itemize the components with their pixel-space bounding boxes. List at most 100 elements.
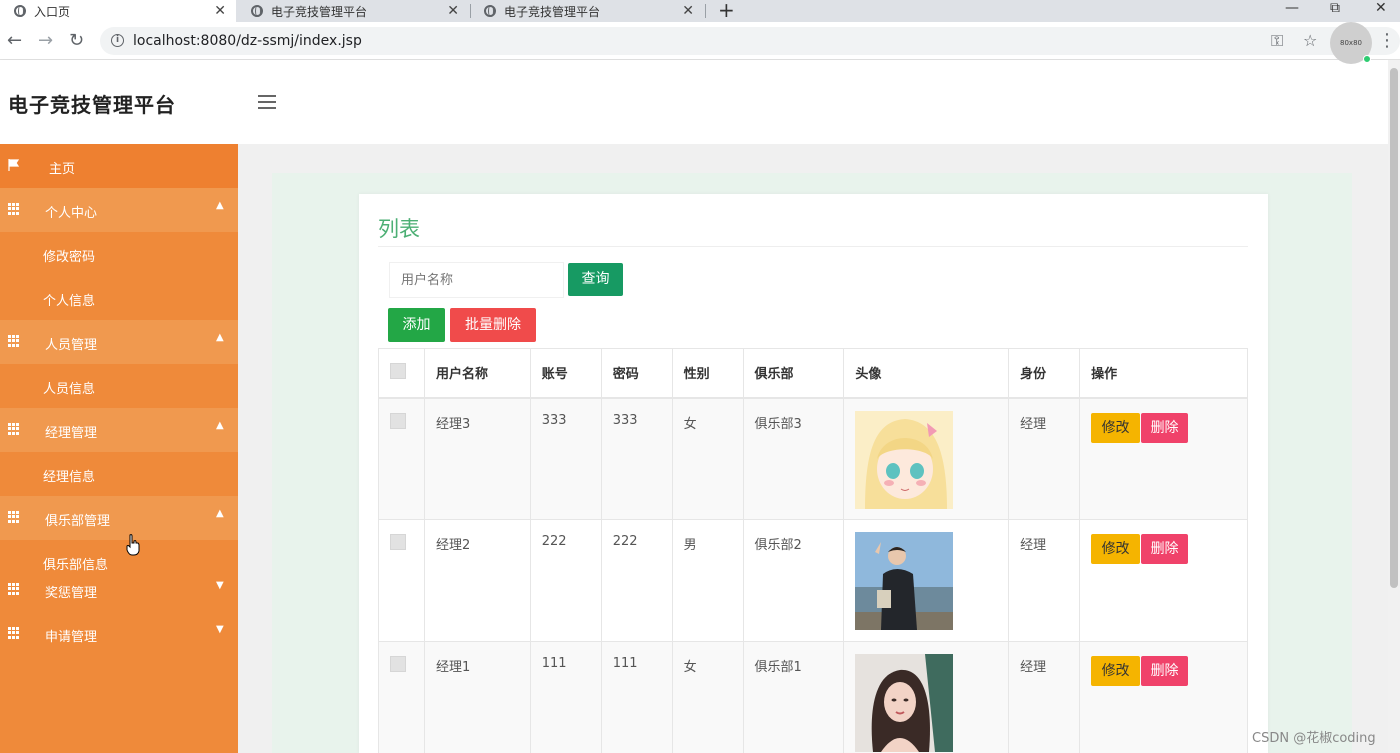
minimize-icon[interactable]: — (1285, 0, 1299, 16)
grid-icon (8, 583, 20, 595)
tab-esports-platform-1[interactable]: 电子竞技管理平台 ✕ (237, 0, 469, 22)
select-all-cell (378, 348, 425, 399)
sidebar-subitem-manager-info[interactable]: 经理信息 (0, 452, 238, 496)
search-input[interactable] (389, 262, 564, 298)
sidebar-subitem-personal-info[interactable]: 个人信息 (0, 276, 238, 320)
key-icon[interactable]: ⚿ (1271, 31, 1283, 51)
tab-title: 入口页 (34, 4, 71, 19)
sidebar-subitem-label: 人员信息 (43, 382, 96, 397)
column-header-avatar: 头像 (843, 348, 1010, 399)
table-row: 经理1 111 111 女 俱乐部1 经理 修改 删除 (378, 641, 1248, 753)
info-icon[interactable]: i (111, 34, 124, 47)
column-header-username: 用户名称 (423, 348, 531, 399)
avatar-image (855, 654, 954, 752)
add-button[interactable]: 添加 (388, 308, 445, 342)
hamburger-menu-icon[interactable] (258, 95, 276, 109)
sidebar-subitem-label: 经理信息 (43, 470, 96, 485)
cell-actions: 修改 删除 (1079, 397, 1248, 520)
close-window-icon[interactable]: ✕ (1375, 0, 1387, 16)
list-card: 列表 查询 添加 批量删除 用户名称 账号 密码 性别 俱乐部 头像 身份 操作 (359, 194, 1268, 753)
sidebar-group-application[interactable]: 申请管理 ▼ (0, 612, 238, 656)
query-button[interactable]: 查询 (568, 263, 623, 296)
tab-close-icon[interactable]: ✕ (682, 3, 694, 19)
select-all-checkbox[interactable] (390, 362, 406, 379)
grid-icon (8, 423, 20, 435)
caret-up-icon: ▲ (216, 200, 224, 211)
caret-up-icon: ▲ (216, 332, 224, 343)
sidebar-item-label: 个人中心 (45, 206, 98, 221)
sidebar-item-home[interactable]: 主页 (0, 144, 238, 188)
sidebar-subitem-change-password[interactable]: 修改密码 (0, 232, 238, 276)
sidebar-group-manager-management[interactable]: 经理管理 ▲ (0, 408, 238, 452)
batch-delete-button[interactable]: 批量删除 (450, 308, 536, 342)
sidebar-subitem-label: 个人信息 (43, 294, 96, 309)
forward-arrow-icon[interactable]: → (38, 30, 53, 51)
sidebar-subitem-club-info[interactable]: 俱乐部信息 (0, 540, 238, 573)
data-table: 用户名称 账号 密码 性别 俱乐部 头像 身份 操作 经理3 333 333 女… (378, 348, 1248, 753)
flag-icon (8, 159, 20, 171)
sidebar-group-staff-management[interactable]: 人员管理 ▲ (0, 320, 238, 364)
column-header-role: 身份 (1008, 348, 1081, 399)
reload-icon[interactable]: ↻ (69, 30, 84, 51)
grid-icon (8, 203, 20, 215)
edit-button[interactable]: 修改 (1091, 412, 1141, 443)
tab-close-icon[interactable]: ✕ (447, 3, 459, 19)
page-scrollbar[interactable] (1388, 60, 1400, 753)
page-title: 列表 (378, 217, 420, 241)
grid-icon (8, 335, 20, 347)
cell-role: 经理 (1008, 397, 1081, 520)
scrollbar-thumb[interactable] (1390, 68, 1398, 588)
column-header-account: 账号 (529, 348, 602, 399)
tab-entry-page[interactable]: 入口页 ✕ (0, 0, 236, 22)
cell-password: 333 (600, 397, 673, 520)
row-checkbox[interactable] (390, 412, 406, 429)
sidebar-group-reward-punishment[interactable]: 奖惩管理 ▼ (0, 568, 238, 612)
delete-button[interactable]: 删除 (1141, 412, 1189, 443)
tab-title: 电子竞技管理平台 (271, 4, 368, 19)
avatar-image (855, 532, 954, 630)
row-checkbox[interactable] (390, 656, 406, 672)
avatar-image (855, 410, 954, 509)
table-row: 经理2 222 222 男 俱乐部2 经理 修改 删除 (378, 519, 1248, 642)
sidebar-group-personal-center[interactable]: 个人中心 ▲ (0, 188, 238, 232)
cell-club: 俱乐部3 (742, 397, 845, 520)
column-header-gender: 性别 (671, 348, 744, 399)
cell-actions: 修改 删除 (1079, 519, 1248, 642)
delete-button[interactable]: 删除 (1141, 656, 1189, 686)
sidebar-group-club-management[interactable]: 俱乐部管理 ▲ (0, 496, 238, 540)
sidebar-item-label: 俱乐部管理 (45, 514, 111, 529)
cell-actions: 修改 删除 (1079, 641, 1248, 753)
url-text[interactable]: localhost:8080/dz-ssmj/index.jsp (133, 33, 362, 49)
cell-username: 经理2 (423, 519, 531, 642)
tab-close-icon[interactable]: ✕ (214, 3, 226, 19)
cell-account: 111 (529, 641, 602, 753)
back-arrow-icon[interactable]: ← (7, 30, 22, 51)
caret-up-icon: ▲ (216, 508, 224, 519)
cell-username: 经理1 (423, 641, 531, 753)
sidebar-subitem-staff-info[interactable]: 人员信息 (0, 364, 238, 408)
cell-club: 俱乐部2 (742, 519, 845, 642)
address-bar-row: ← → ↻ i localhost:8080/dz-ssmj/index.jsp… (0, 22, 1400, 60)
edit-button[interactable]: 修改 (1091, 656, 1141, 686)
browser-menu-icon[interactable]: ⋮ (1378, 30, 1396, 51)
browser-tab-bar: 入口页 ✕ 电子竞技管理平台 ✕ 电子竞技管理平台 ✕ + — ⧉ ✕ (0, 0, 1400, 22)
restore-icon[interactable]: ⧉ (1330, 0, 1340, 16)
grid-icon (8, 627, 20, 639)
watermark: CSDN @花椒coding (1252, 731, 1376, 746)
bookmark-star-icon[interactable]: ☆ (1303, 31, 1317, 50)
row-select-cell (378, 519, 425, 642)
omnibox[interactable]: i localhost:8080/dz-ssmj/index.jsp ⚿ ☆ (100, 27, 1400, 55)
cell-account: 333 (529, 397, 602, 520)
sidebar-item-label: 申请管理 (45, 630, 98, 645)
cell-avatar (843, 519, 1010, 642)
row-select-cell (378, 641, 425, 753)
sidebar-item-label: 主页 (49, 162, 76, 177)
new-tab-button[interactable]: + (718, 0, 735, 22)
tab-esports-platform-2[interactable]: 电子竞技管理平台 ✕ (470, 0, 704, 22)
row-checkbox[interactable] (390, 534, 406, 550)
delete-button[interactable]: 删除 (1141, 534, 1189, 564)
globe-icon (484, 5, 496, 17)
cell-gender: 女 (671, 397, 744, 520)
edit-button[interactable]: 修改 (1091, 534, 1141, 564)
globe-icon (14, 5, 26, 17)
